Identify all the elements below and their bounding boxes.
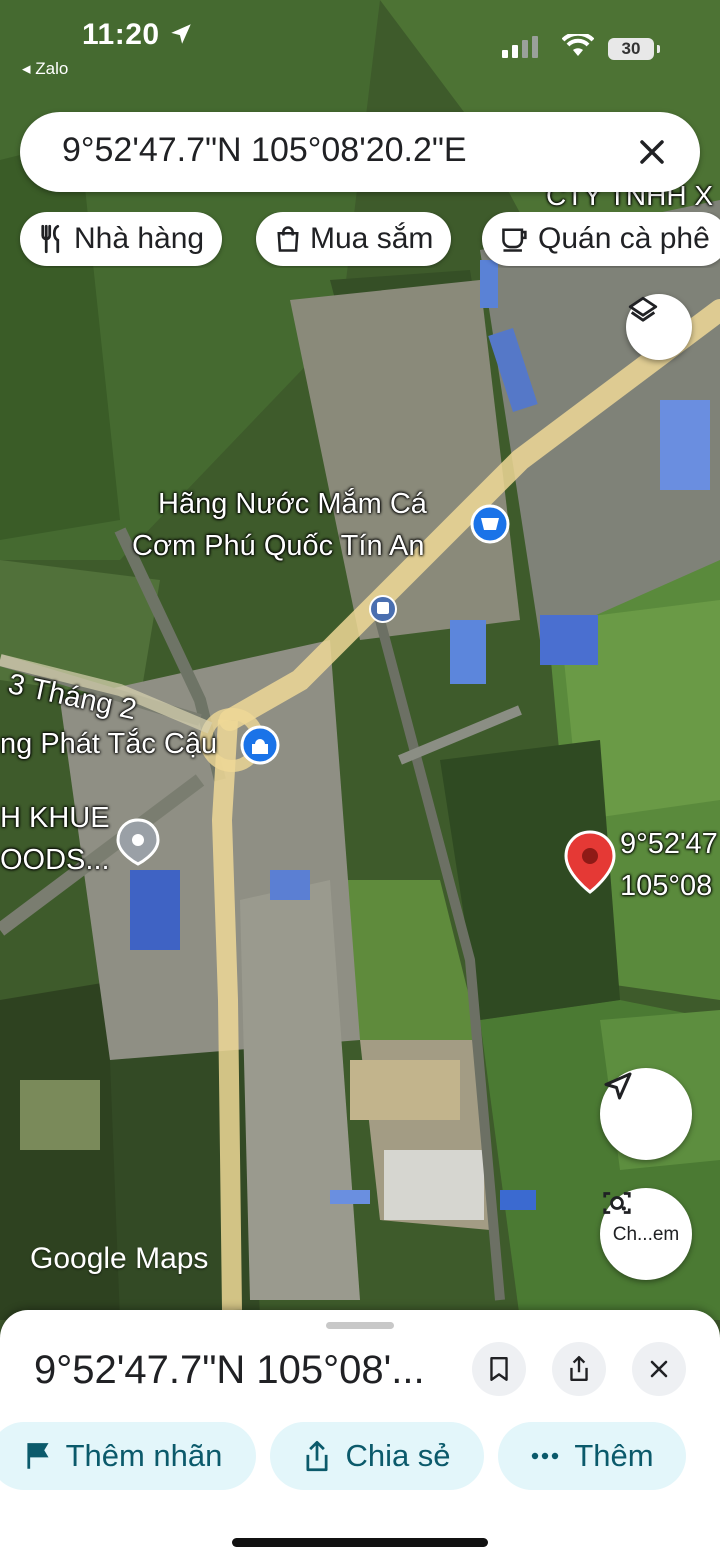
lens-label: Ch...em (612, 1224, 680, 1245)
category-chips: Nhà hàng Mua sắm Quán cà phê (0, 212, 720, 268)
chip-shopping[interactable]: Mua sắm (256, 212, 452, 266)
chip-label: Nhà hàng (74, 222, 205, 255)
back-to-app-link[interactable]: ◂ Zalo (22, 59, 68, 79)
flag-icon (26, 1443, 49, 1469)
status-bar: 11:20 ◂ Zalo 30 (0, 0, 720, 100)
restaurant-icon (41, 224, 60, 254)
close-sheet-button[interactable] (632, 1342, 686, 1396)
share-icon (306, 1440, 328, 1472)
save-button[interactable] (472, 1342, 526, 1396)
bookmark-icon (490, 1357, 508, 1381)
map-label-poi-fish-sauce-line1[interactable]: Hãng Nước Mắm Cá (158, 488, 427, 521)
map-label-poi-foods-line1[interactable]: H KHUE (0, 802, 110, 835)
camera-lens-icon (603, 1192, 631, 1214)
place-bottom-sheet[interactable]: 9°52'47.7"N 105°08'... Thêm nhãn Chia sẻ… (0, 1310, 720, 1560)
map-view[interactable]: CTY TNHH X Hãng Nước Mắm Cá Cơm Phú Quốc… (0, 0, 720, 1320)
poi-marker-shopping[interactable] (470, 504, 510, 544)
search-query[interactable]: 9°52'47.7"N 105°08'20.2"E (62, 131, 467, 170)
navigation-arrow-icon (604, 1072, 632, 1100)
coffee-icon (502, 228, 527, 252)
layers-icon (628, 296, 658, 322)
battery-indicator: 30 (608, 38, 660, 60)
more-icon (532, 1452, 559, 1460)
lens-search-button[interactable]: Ch...em (600, 1188, 692, 1280)
map-label-poi-foods-line2[interactable]: OODS... (0, 844, 110, 877)
more-text: Thêm (574, 1438, 654, 1473)
close-icon (650, 1360, 668, 1378)
chip-coffee[interactable]: Quán cà phê (482, 212, 720, 266)
map-label-poi-fish-sauce-line2[interactable]: Cơm Phú Quốc Tín An (132, 530, 425, 563)
home-indicator[interactable] (232, 1538, 488, 1547)
more-button[interactable]: Thêm (498, 1422, 686, 1490)
chip-label: Quán cà phê (538, 222, 710, 255)
cellular-signal-icon (502, 36, 538, 58)
share-button[interactable]: Chia sẻ (270, 1422, 484, 1490)
bus-stop-marker[interactable] (369, 595, 397, 623)
layers-button[interactable] (626, 294, 692, 360)
wifi-icon (562, 34, 594, 56)
add-label-button[interactable]: Thêm nhãn (0, 1422, 256, 1490)
share-icon (570, 1355, 588, 1381)
place-title: 9°52'47.7"N 105°08'... (34, 1348, 425, 1392)
status-time: 11:20 (82, 18, 194, 52)
shopping-bag-icon (277, 226, 299, 252)
poi-marker-store[interactable] (240, 725, 280, 765)
location-arrow-icon (171, 24, 192, 44)
map-label-pin-lng: 105°08 (620, 870, 713, 902)
map-label-pin-lat: 9°52'47 (620, 828, 718, 860)
close-icon[interactable] (628, 128, 676, 176)
share-text: Chia sẻ (345, 1438, 451, 1473)
search-bar[interactable]: 9°52'47.7"N 105°08'20.2"E (20, 112, 700, 192)
share-icon-button[interactable] (552, 1342, 606, 1396)
my-location-button[interactable] (600, 1068, 692, 1160)
add-label-text: Thêm nhãn (65, 1438, 223, 1473)
map-label-poi-store[interactable]: ng Phát Tắc Cậu (0, 728, 217, 761)
google-maps-logo: Google Maps (30, 1242, 209, 1275)
drag-handle[interactable] (326, 1322, 394, 1329)
chip-restaurants[interactable]: Nhà hàng (20, 212, 223, 266)
chip-label: Mua sắm (310, 222, 434, 255)
